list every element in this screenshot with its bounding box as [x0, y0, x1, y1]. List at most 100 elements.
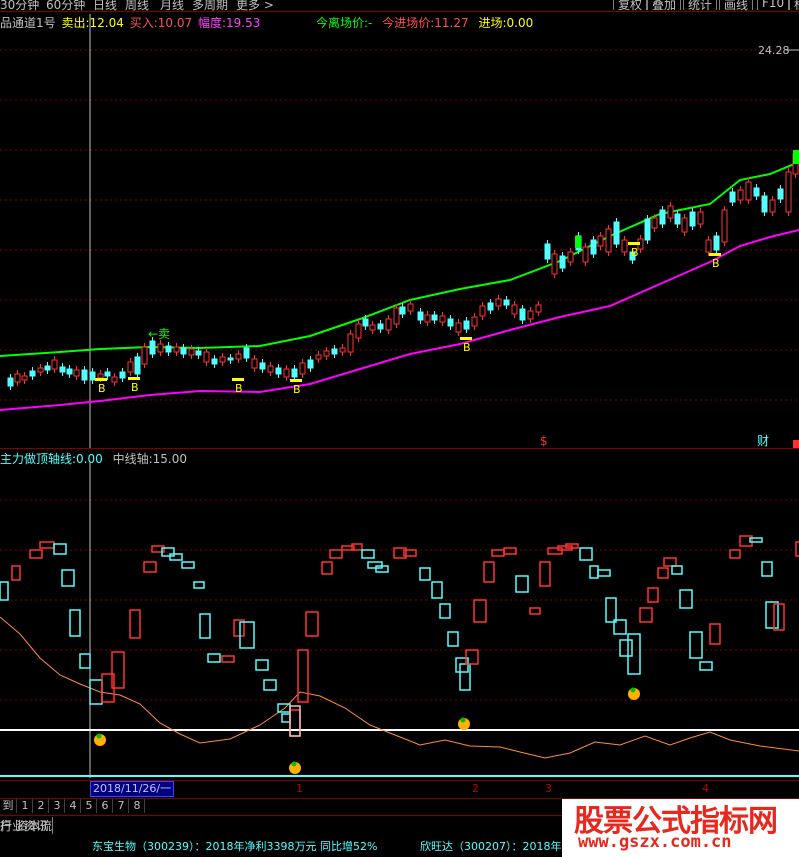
candle-body: [369, 324, 376, 331]
period-tab-bar: 30分钟 60分钟 日线 周线 月线 多周期 更多 > 复权 叠加 统计 画线 …: [0, 0, 799, 12]
candle-body: [203, 351, 210, 363]
dividend-marker: $: [540, 434, 548, 448]
tab-multi-period[interactable]: 多周期: [192, 0, 228, 11]
buy-label: B: [131, 381, 139, 394]
candle-body: [7, 377, 14, 387]
indicator-box: [619, 639, 633, 657]
price-high-label: 24.28: [758, 44, 790, 57]
candle-body: [362, 318, 369, 327]
candle-body: [582, 246, 589, 263]
candle-body: [81, 369, 88, 381]
candle-body: [141, 346, 148, 365]
statistics-button[interactable]: 统计: [683, 0, 718, 11]
candle-body: [667, 205, 674, 219]
indicator-box: [69, 609, 81, 637]
indicator-box: [367, 561, 383, 569]
candle-body: [737, 189, 744, 201]
candle-body: [195, 350, 202, 356]
candle-body: [527, 310, 534, 320]
candle-body: [761, 195, 768, 213]
buy-label: B: [98, 382, 106, 395]
candle-body: [651, 217, 658, 229]
candle-body: [157, 343, 164, 353]
candle-body: [487, 302, 494, 311]
month-mark-3: 3: [545, 782, 552, 795]
indicator-box: [447, 631, 459, 647]
month-mark-4: 4: [702, 782, 709, 795]
candle-body: [211, 358, 218, 365]
indicator-box: [431, 581, 443, 599]
candle-body: [721, 209, 728, 243]
tab-30min[interactable]: 30分钟: [0, 0, 39, 11]
buy-label: B: [293, 383, 301, 396]
indicator-box: [199, 613, 211, 639]
candle-body: [21, 375, 28, 381]
candle-body: [567, 251, 574, 263]
indicator-boxes: [0, 535, 799, 737]
page-4[interactable]: 4: [66, 799, 81, 813]
indicator-box: [597, 569, 611, 577]
candle-body: [697, 211, 704, 225]
ticker-item-1[interactable]: 东宝生物（300239）：2018年净利3398万元 同比增52%: [92, 838, 377, 854]
candle-body: [495, 298, 502, 307]
candle-body: [66, 368, 73, 375]
f10-button[interactable]: F10: [757, 0, 790, 10]
candle-body: [347, 333, 354, 353]
page-goto-label: 到: [0, 799, 17, 813]
indicator-box: [61, 569, 75, 587]
candle-body: [111, 376, 118, 383]
buy-bar: [460, 337, 472, 340]
indicator-box: [671, 565, 683, 575]
candle-body: [29, 370, 36, 377]
page-7[interactable]: 7: [114, 799, 129, 813]
candle-body: [165, 345, 172, 353]
candle-body: [729, 191, 736, 203]
mark-button[interactable]: 标: [789, 0, 799, 11]
candle-body: [535, 304, 542, 313]
page-1[interactable]: 1: [18, 799, 33, 813]
indicator-box: [491, 549, 505, 557]
industry-news-tab[interactable]: 行业资讯: [0, 817, 54, 834]
tab-daily[interactable]: 日线: [93, 0, 117, 11]
candle-body: [275, 367, 282, 375]
candle-body: [417, 311, 424, 321]
candle-body: [777, 188, 784, 200]
signal-dot-leaf: [291, 761, 297, 767]
draw-button[interactable]: 画线: [719, 0, 754, 11]
indicator-box: [221, 655, 235, 663]
indicator-box: [361, 549, 375, 559]
ticker-item-2[interactable]: 欣旺达（300207）：2018年净: [420, 838, 573, 854]
adjust-button[interactable]: 复权: [613, 0, 648, 11]
candle-body: [407, 303, 414, 312]
overlay-button[interactable]: 叠加: [647, 0, 682, 11]
candle-body: [455, 322, 462, 333]
indicator-box: [503, 547, 517, 555]
page-6[interactable]: 6: [98, 799, 113, 813]
candle-body: [307, 359, 314, 369]
candle-body: [315, 354, 322, 360]
buy-label: B: [631, 246, 639, 259]
candle-body: [227, 357, 234, 361]
candle-body: [559, 255, 566, 269]
tab-weekly[interactable]: 周线: [125, 0, 149, 11]
indicator-box: [761, 561, 773, 577]
tab-60min[interactable]: 60分钟: [46, 0, 85, 11]
indicator-box: [765, 601, 779, 629]
indicator-box: [657, 567, 669, 579]
indicator-box: [79, 653, 91, 669]
page-8[interactable]: 8: [130, 799, 145, 813]
candle-body: [180, 347, 187, 355]
tab-more[interactable]: 更多 >: [236, 0, 274, 11]
candle-body: [544, 243, 551, 260]
candle-body: [355, 323, 362, 339]
page-3[interactable]: 3: [50, 799, 65, 813]
page-5[interactable]: 5: [82, 799, 97, 813]
candlestick-chart[interactable]: B B B B B B B ←卖 $ 财 24.28: [0, 14, 799, 448]
tab-monthly[interactable]: 月线: [160, 0, 184, 11]
indicator-chart[interactable]: [0, 462, 799, 778]
indicator-box: [529, 607, 541, 615]
page-2[interactable]: 2: [34, 799, 49, 813]
indicator-box: [539, 561, 551, 587]
panel-divider: [0, 448, 799, 449]
candle-body: [134, 356, 141, 375]
